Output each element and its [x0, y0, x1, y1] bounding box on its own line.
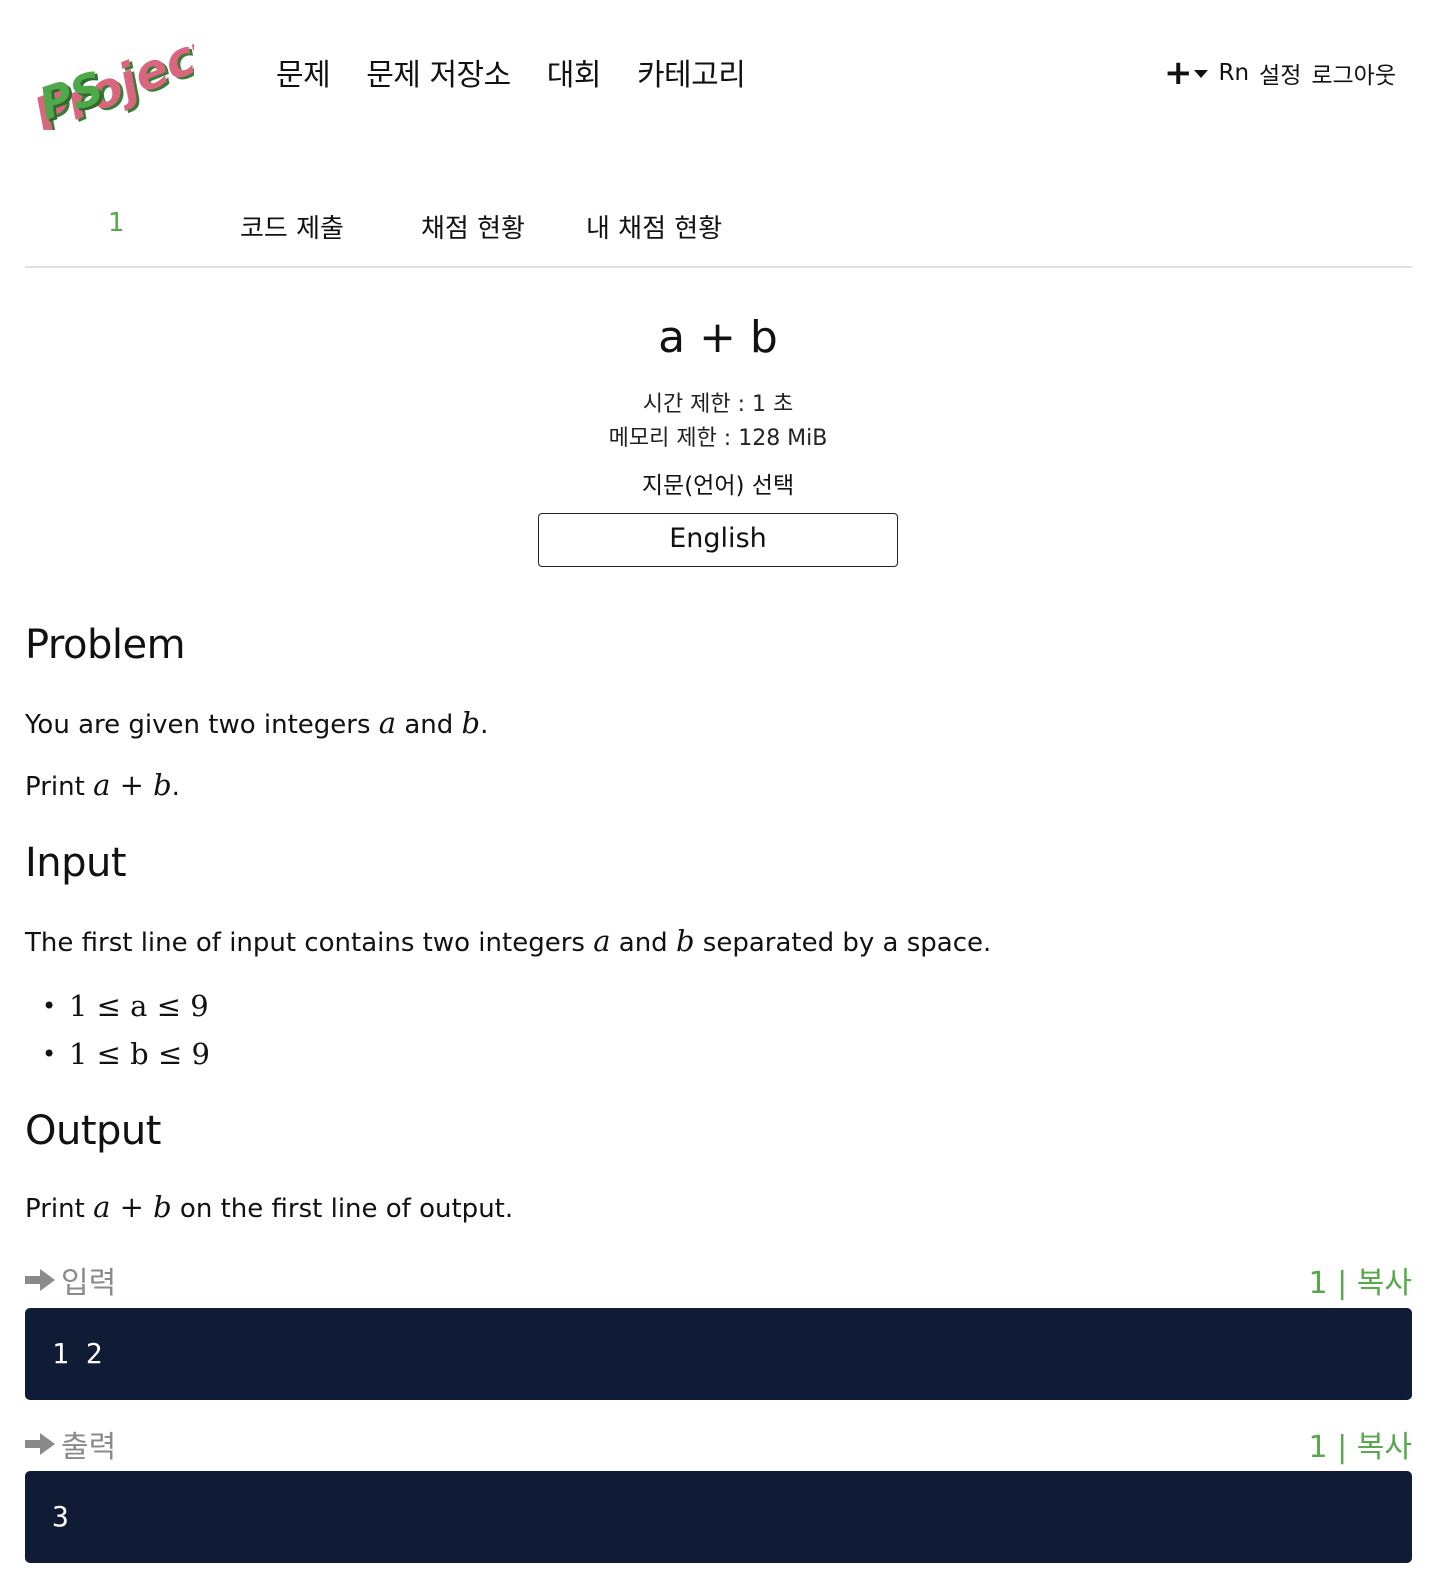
copy-output-button[interactable]: 1 | 복사	[1309, 1422, 1412, 1466]
nav-categories[interactable]: 카테고리	[637, 50, 746, 94]
sample-input-label: 입력	[25, 1258, 116, 1302]
nav-problem-archive[interactable]: 문제 저장소	[366, 50, 511, 94]
bullet-icon: •	[42, 1040, 57, 1068]
statement-text: and	[396, 710, 462, 740]
output-heading: Output	[25, 1108, 161, 1154]
math-expression: a + b	[93, 768, 172, 802]
main-nav: 문제 문제 저장소 대회 카테고리	[276, 50, 746, 94]
logout-link[interactable]: 로그아웃	[1311, 56, 1396, 90]
sample-input-header: 입력 1 | 복사	[25, 1258, 1412, 1301]
sample-output-header: 출력 1 | 복사	[25, 1422, 1412, 1465]
statement-text: separated by a space.	[694, 928, 992, 958]
nav-contests[interactable]: 대회	[547, 50, 602, 94]
language-select[interactable]: English	[538, 513, 898, 567]
input-constraints: • 1 ≤ a ≤ 9 • 1 ≤ b ≤ 9	[25, 982, 1412, 1078]
statement-text: and	[610, 928, 676, 958]
problem-title: a + b	[658, 312, 778, 363]
arrow-right-icon	[25, 1269, 55, 1291]
math-var-b: b	[675, 924, 695, 958]
language-select-label: 지문(언어) 선택	[641, 473, 795, 499]
time-limit: 시간 제한 : 1 초	[642, 392, 794, 417]
tab-submit-code[interactable]: 코드 제출	[240, 208, 344, 245]
memory-limit: 메모리 제한 : 128 MiB	[608, 426, 828, 451]
math-var-b: b	[461, 706, 481, 740]
tab-my-judge-status[interactable]: 내 채점 현황	[586, 208, 722, 245]
math-expression: a + b	[93, 1190, 172, 1224]
sample-output-code: 3	[25, 1471, 1412, 1563]
nav-problems[interactable]: 문제	[276, 50, 331, 94]
constraint-text: 1 ≤ b ≤ 9	[69, 1037, 210, 1071]
tab-problem-number[interactable]: 1	[108, 208, 125, 238]
create-dropdown[interactable]: +	[1163, 53, 1209, 93]
input-heading: Input	[25, 840, 127, 886]
math-var-a: a	[593, 924, 611, 958]
statement-text: .	[171, 772, 180, 802]
statement-text: Print	[25, 1194, 94, 1224]
statement-text: on the first line of output.	[171, 1194, 514, 1224]
input-statement: The first line of input contains two int…	[25, 924, 1412, 958]
problem-tabs: 1 코드 제출 채점 현황 내 채점 현황	[25, 200, 1412, 268]
settings-link[interactable]: 설정	[1259, 56, 1301, 90]
user-menu: + Rn 설정 로그아웃	[1164, 56, 1396, 90]
tab-judge-status[interactable]: 채점 현황	[421, 208, 525, 245]
plus-icon: +	[1163, 53, 1193, 93]
bullet-icon: •	[42, 992, 57, 1020]
user-name-link[interactable]: Rn	[1218, 60, 1249, 86]
statement-text: .	[480, 710, 489, 740]
output-section: Output	[25, 1108, 1412, 1154]
input-section: Input	[25, 840, 1412, 886]
caret-down-icon	[1194, 70, 1209, 78]
constraint-item: • 1 ≤ a ≤ 9	[25, 982, 1412, 1030]
sample-output-label: 출력	[25, 1422, 116, 1466]
output-statement: Print a + b on the first line of output.	[25, 1190, 1412, 1224]
math-var-a: a	[378, 706, 397, 740]
statement-text: Print	[25, 772, 94, 802]
problem-section: Problem	[25, 622, 1412, 668]
constraint-item: • 1 ≤ b ≤ 9	[25, 1030, 1412, 1078]
sample-output-title: 출력	[61, 1430, 117, 1465]
statement-text: You are given two integers	[25, 710, 379, 740]
problem-statement-line-2: Print a + b.	[25, 768, 1412, 802]
copy-input-button[interactable]: 1 | 복사	[1309, 1258, 1412, 1302]
top-header: Project Project PS PS 문제 문제 저장소 대회 카테고리 …	[0, 0, 1436, 150]
arrow-right-icon	[25, 1433, 55, 1455]
problem-statement-line-1: You are given two integers a and b.	[25, 706, 1412, 740]
sample-input-title: 입력	[61, 1266, 117, 1301]
statement-text: The first line of input contains two int…	[25, 928, 594, 958]
constraint-text: 1 ≤ a ≤ 9	[69, 989, 209, 1023]
project-ps-logo[interactable]: Project Project PS PS	[22, 14, 194, 130]
sample-input-code: 1 2	[25, 1308, 1412, 1400]
problem-heading: Problem	[25, 622, 186, 668]
